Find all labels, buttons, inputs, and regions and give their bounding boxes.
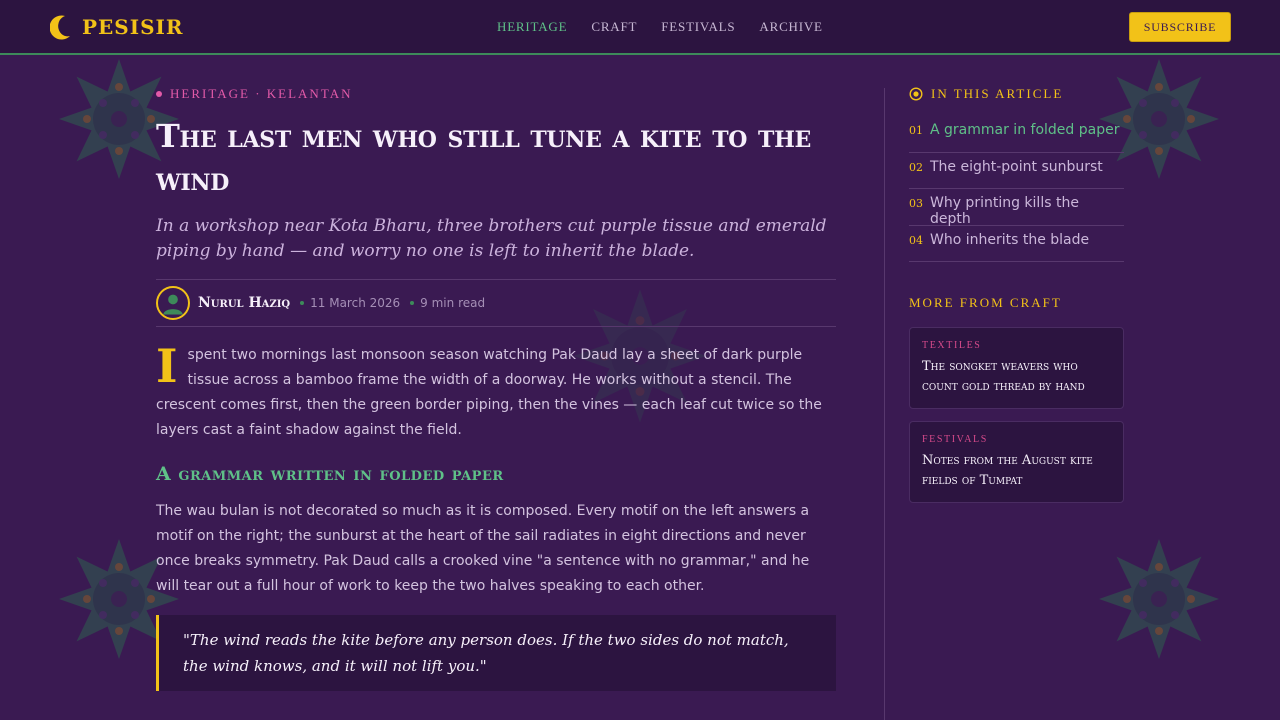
- toc-heading: IN THIS ARTICLE: [909, 86, 1124, 102]
- drop-cap: I: [156, 339, 178, 393]
- publish-date: 11 March 2026: [310, 296, 401, 310]
- card-title: Notes from the August kite fields of Tum…: [922, 453, 1093, 488]
- target-icon: [909, 87, 923, 101]
- nav-link-festivals[interactable]: FESTIVALS: [661, 19, 735, 35]
- toc-item[interactable]: 01 A grammar in folded paper: [909, 116, 1124, 153]
- byline: Nurul Haziq 11 March 2026 9 min read: [156, 279, 836, 327]
- card-tag: TEXTILES: [922, 340, 982, 351]
- nav-link-heritage[interactable]: HERITAGE: [497, 19, 567, 35]
- section-heading: A grammar written in folded paper: [156, 463, 504, 485]
- pull-quote: "The wind reads the kite before any pers…: [156, 615, 836, 691]
- article: HERITAGE · KELANTAN The last men who sti…: [156, 86, 836, 691]
- intro-text: spent two mornings last monsoon season w…: [156, 347, 822, 438]
- toc-number: 02: [909, 160, 923, 174]
- user-icon: [163, 294, 183, 315]
- more-from-heading: MORE FROM CRAFT: [909, 295, 1062, 310]
- toc-item[interactable]: 03 Why printing kills the depth: [909, 189, 1124, 227]
- brand-logo[interactable]: PESISIR: [49, 14, 184, 40]
- article-headline: The last men who still tune a kite to th…: [156, 117, 812, 198]
- article-kicker[interactable]: HERITAGE · KELANTAN: [156, 86, 836, 102]
- floral-motif-icon: [1094, 534, 1224, 664]
- crescent-moon-icon: [49, 14, 72, 40]
- toc-item[interactable]: 02 The eight-point sunburst: [909, 153, 1124, 189]
- top-nav: PESISIR HERITAGE CRAFT FESTIVALS ARCHIVE…: [0, 0, 1280, 55]
- toc-number: 03: [909, 197, 923, 210]
- main-nav: HERITAGE CRAFT FESTIVALS ARCHIVE: [497, 19, 847, 35]
- author-name[interactable]: Nurul Haziq: [198, 295, 290, 311]
- kicker-label: HERITAGE · KELANTAN: [170, 86, 353, 101]
- kicker-dot-icon: [156, 91, 162, 97]
- subscribe-button[interactable]: SUBSCRIBE: [1129, 12, 1231, 42]
- separator-dot-icon: [300, 301, 305, 305]
- read-time: 9 min read: [420, 296, 486, 310]
- toc-item[interactable]: 04 Who inherits the blade: [909, 226, 1124, 262]
- article-dek: In a workshop near Kota Bharu, three bro…: [156, 216, 827, 261]
- toc-label: A grammar in folded paper: [930, 122, 1120, 138]
- table-of-contents: 01 A grammar in folded paper 02 The eigh…: [909, 116, 1124, 262]
- brand-name: PESISIR: [82, 15, 184, 39]
- column-divider: [884, 88, 885, 720]
- card-tag: FESTIVALS: [922, 434, 988, 445]
- toc-label: Who inherits the blade: [930, 231, 1090, 248]
- nav-link-craft[interactable]: CRAFT: [591, 19, 637, 35]
- related-card[interactable]: TEXTILES The songket weavers who count g…: [909, 327, 1124, 409]
- related-card[interactable]: FESTIVALS Notes from the August kite fie…: [909, 421, 1124, 503]
- separator-dot-icon: [410, 301, 415, 305]
- toc-number: 04: [909, 233, 923, 247]
- toc-label: Why printing kills the depth: [929, 195, 1079, 227]
- toc-label: The eight-point sunburst: [930, 158, 1103, 175]
- toc-number: 01: [909, 124, 923, 137]
- section-paragraph: The wau bulan is not decorated so much a…: [156, 503, 810, 594]
- author-avatar[interactable]: [156, 286, 190, 320]
- card-title: The songket weavers who count gold threa…: [922, 359, 1085, 394]
- sidebar: IN THIS ARTICLE 01 A grammar in folded p…: [909, 86, 1124, 503]
- nav-link-archive[interactable]: ARCHIVE: [759, 19, 822, 35]
- toc-heading-label: IN THIS ARTICLE: [931, 86, 1064, 101]
- intro-paragraph: Ispent two mornings last monsoon season …: [156, 343, 836, 443]
